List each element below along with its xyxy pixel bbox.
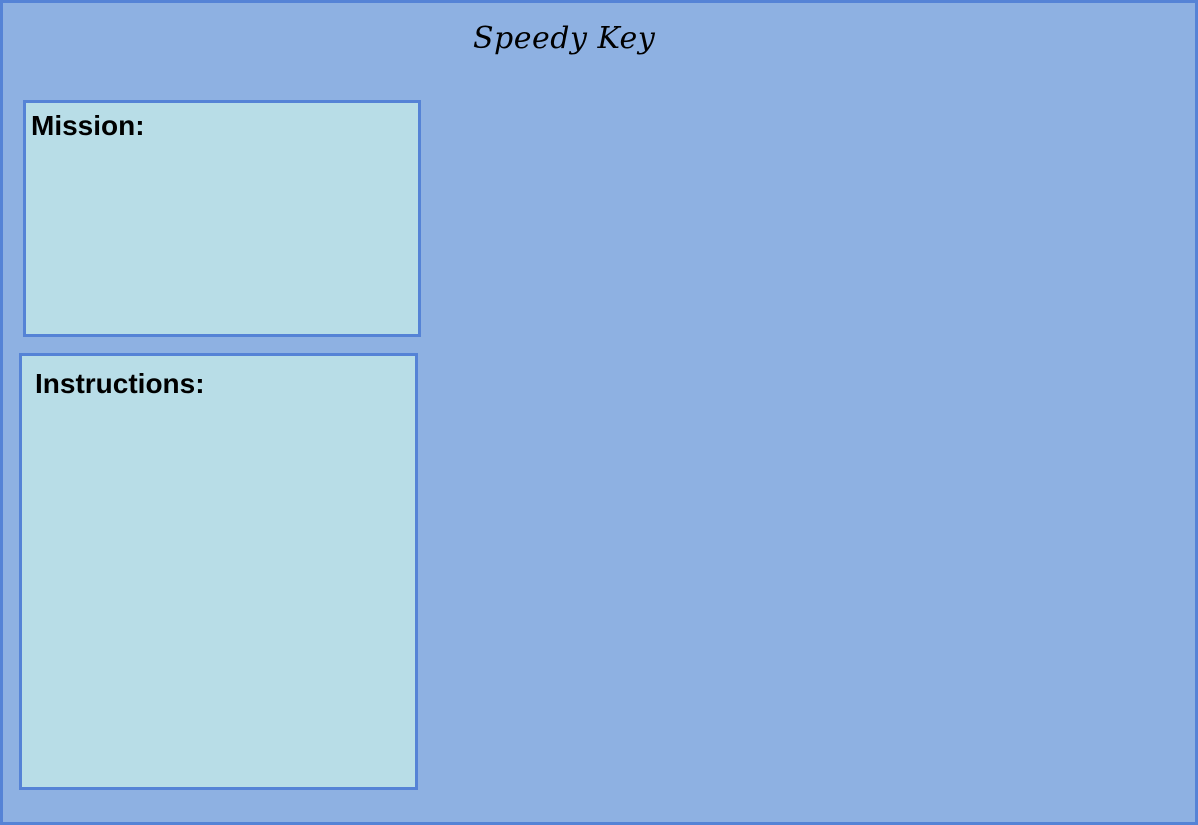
instructions-label: Instructions: [35,368,205,399]
app-window: Speedy Key Mission: Instructions: [0,0,1198,825]
mission-label: Mission: [31,110,145,141]
instructions-panel: Instructions: [19,353,418,790]
mission-panel: Mission: [23,100,421,337]
app-title: Speedy Key [473,21,656,56]
